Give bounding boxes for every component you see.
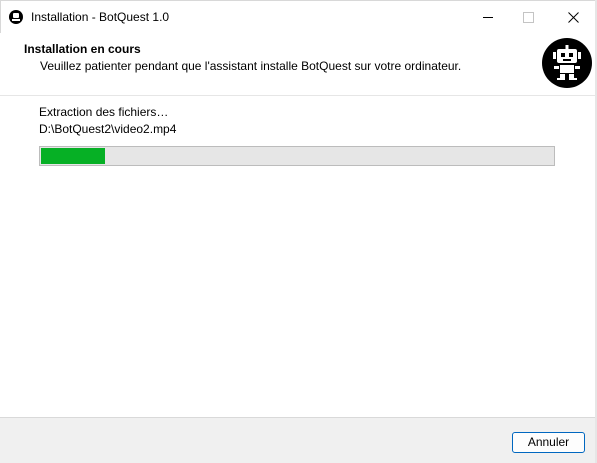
page-subtitle: Veuillez patienter pendant que l'assista… [40,59,462,73]
window-title: Installation - BotQuest 1.0 [31,10,170,24]
title-bar[interactable]: Installation - BotQuest 1.0 [0,0,597,33]
installer-header: Installation en cours Veuillez patienter… [0,33,597,96]
maximize-button [505,1,551,33]
status-text: Extraction des fichiers… [39,105,169,119]
progress-bar [39,146,555,166]
maximize-icon [523,12,534,23]
footer-bar: Annuler [0,418,597,463]
page-title: Installation en cours [24,42,141,56]
close-icon [568,12,579,23]
progress-fill [41,148,105,164]
current-file-path: D:\BotQuest2\video2.mp4 [39,122,177,136]
header-divider [0,95,597,96]
app-icon [9,10,23,24]
close-button[interactable] [550,1,596,33]
robot-icon [542,38,592,88]
minimize-icon [483,17,493,18]
cancel-button[interactable]: Annuler [512,432,585,453]
installer-window: Installation - BotQuest 1.0 Installation… [0,0,597,463]
